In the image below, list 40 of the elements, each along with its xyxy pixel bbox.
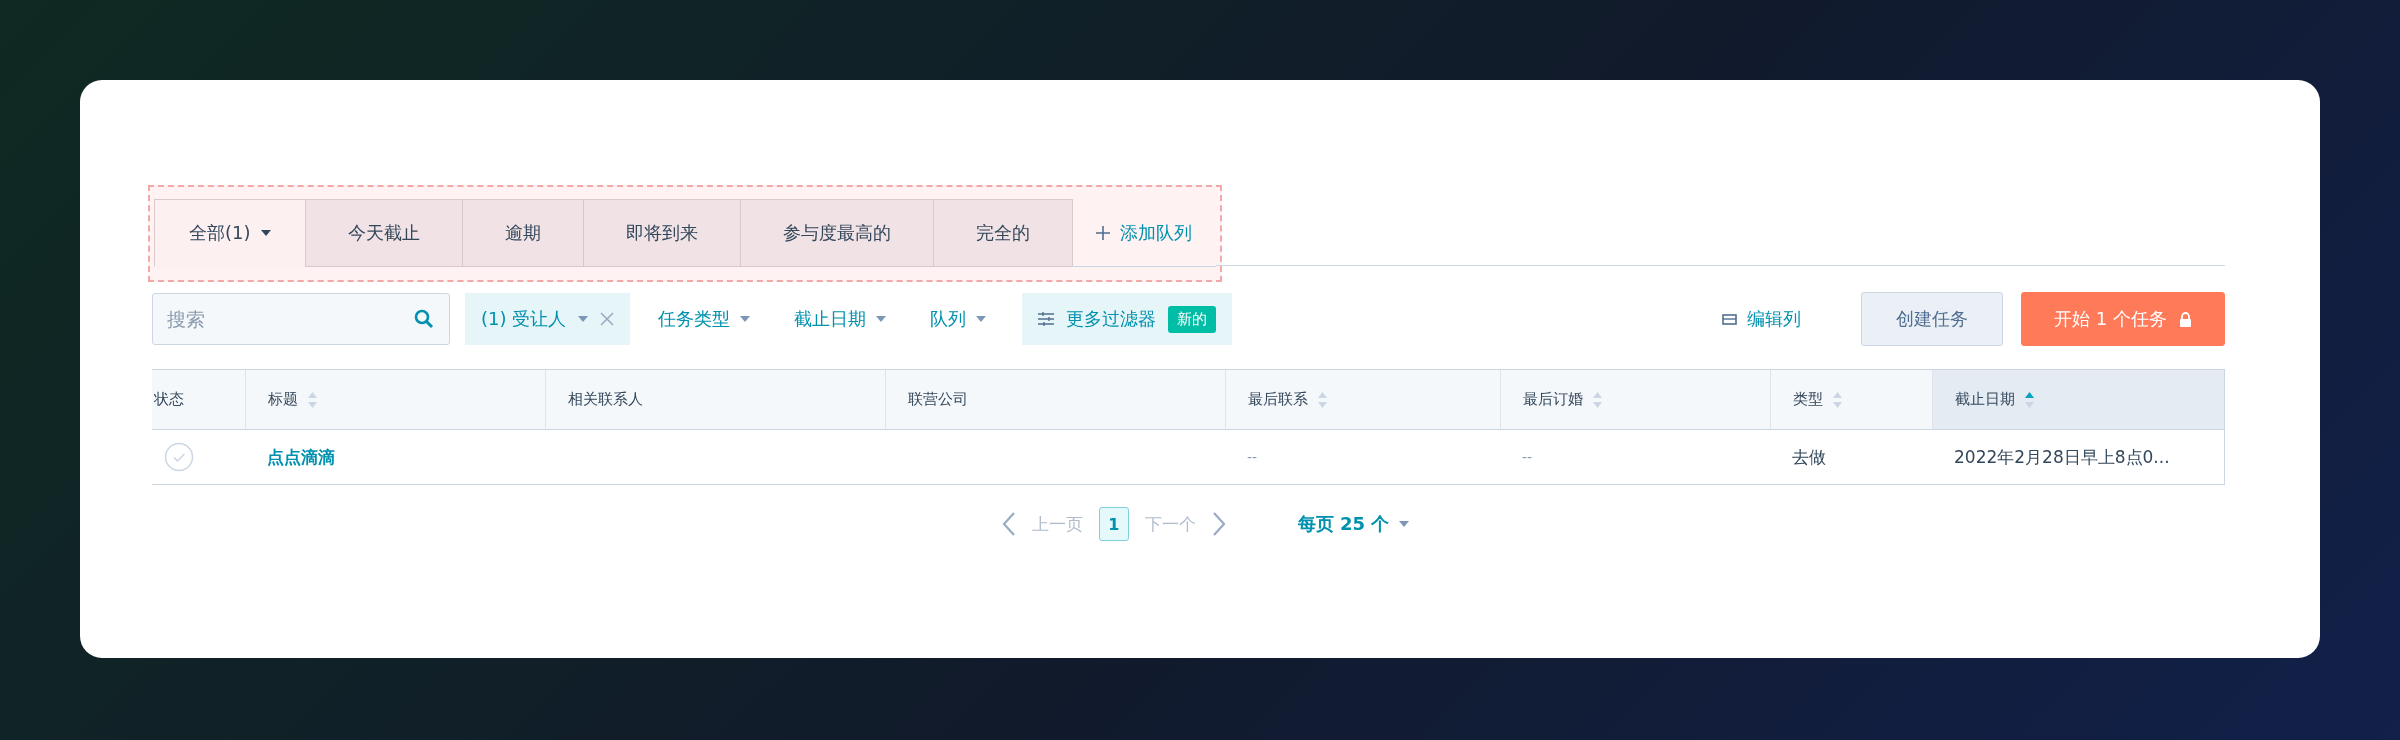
table-cell: 去做 [1792,445,1826,469]
table-cell: -- [1247,449,1258,465]
column-header[interactable]: 截止日期 [1932,370,2224,430]
caret-icon [578,316,589,322]
tab[interactable]: 全部(1) [154,199,306,267]
column-header[interactable]: 最后联系 [1225,370,1500,430]
columns-icon [1722,313,1738,325]
filter-dropdown[interactable]: 截止日期 [776,293,905,345]
caret-icon [976,316,987,322]
table-cell: -- [1522,449,1533,465]
chevron-left-icon[interactable] [1001,511,1016,537]
filter-dropdown[interactable]: 任务类型 [640,293,769,345]
caret-icon [1399,521,1410,527]
tab[interactable]: 即将到来 [582,199,741,267]
column-header[interactable]: 标题 [245,370,545,430]
column-header[interactable]: 类型 [1770,370,1932,430]
task-title-link[interactable]: 点点滴滴 [267,445,335,469]
search-field[interactable]: 搜索 [152,293,450,345]
table-cell: 2022年2月28日早上8点0... [1954,445,2170,469]
caret-icon [740,316,751,322]
column-header[interactable]: 联营公司 [885,370,1225,430]
tab[interactable]: 逾期 [461,199,584,267]
column-header[interactable]: 状态 [152,370,245,430]
status-checkbox[interactable] [164,442,194,472]
column-header[interactable]: 相关联系人 [545,370,885,430]
filter-dropdown[interactable]: 队列 [912,293,1005,345]
close-icon[interactable] [600,312,615,326]
new-badge: 新的 [1168,305,1217,333]
tab[interactable]: 参与度最高的 [739,199,934,267]
column-header[interactable]: 最后订婚 [1500,370,1770,430]
tab[interactable]: 今天截止 [304,199,463,267]
create-task-button[interactable]: 创建任务 [1861,292,2004,346]
plus-icon [1095,225,1110,240]
edit-columns-link[interactable]: 编辑列 [1716,306,1808,332]
sliders-icon [1038,312,1055,326]
search-icon [414,309,434,329]
chevron-right-icon[interactable] [1211,511,1226,537]
caret-icon [876,316,887,322]
per-page-dropdown[interactable]: 每页 25 个 [1291,511,1416,537]
tab[interactable]: 完全的 [932,199,1073,267]
